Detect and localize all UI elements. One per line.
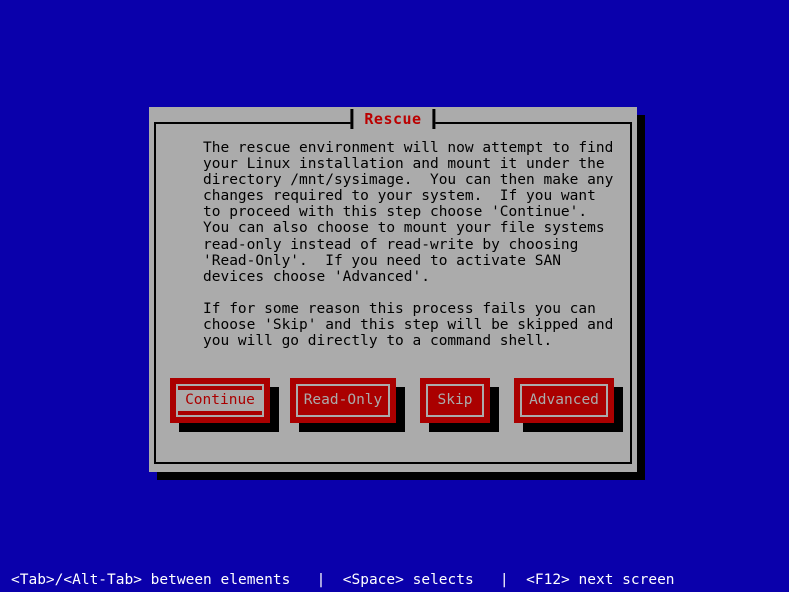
keyboard-hint-bar: <Tab>/<Alt-Tab> between elements | <Spac…: [0, 568, 789, 592]
hint-tab: <Tab>/<Alt-Tab> between elements: [11, 572, 291, 588]
button-slot-read-only: Read-Only: [290, 378, 405, 440]
hint-separator-2: |: [499, 572, 509, 588]
hint-f12: <F12> next screen: [526, 572, 675, 588]
button-slot-skip: Skip: [420, 378, 499, 440]
skip-button[interactable]: Skip: [420, 378, 490, 423]
advanced-button-label: Advanced: [529, 392, 599, 409]
button-slot-continue: Continue: [170, 378, 279, 440]
button-slot-advanced: Advanced: [514, 378, 623, 440]
dialog-body-text: The rescue environment will now attempt …: [203, 140, 614, 350]
advanced-button[interactable]: Advanced: [514, 378, 614, 423]
rescue-dialog: Rescue The rescue environment will now a…: [149, 107, 645, 480]
hint-separator-1: |: [316, 572, 326, 588]
dialog-panel: Rescue The rescue environment will now a…: [149, 107, 637, 472]
skip-button-label: Skip: [437, 392, 473, 409]
keyboard-hint-text: <Tab>/<Alt-Tab> between elements | <Spac…: [0, 572, 675, 588]
hint-space: <Space> selects: [342, 572, 474, 588]
continue-button[interactable]: Continue: [170, 378, 270, 423]
read-only-button-label: Read-Only: [303, 392, 383, 409]
dialog-button-row: Continue Read-Only Skip Advanced: [170, 378, 623, 440]
continue-button-label: Continue: [178, 390, 262, 411]
read-only-button[interactable]: Read-Only: [290, 378, 396, 423]
